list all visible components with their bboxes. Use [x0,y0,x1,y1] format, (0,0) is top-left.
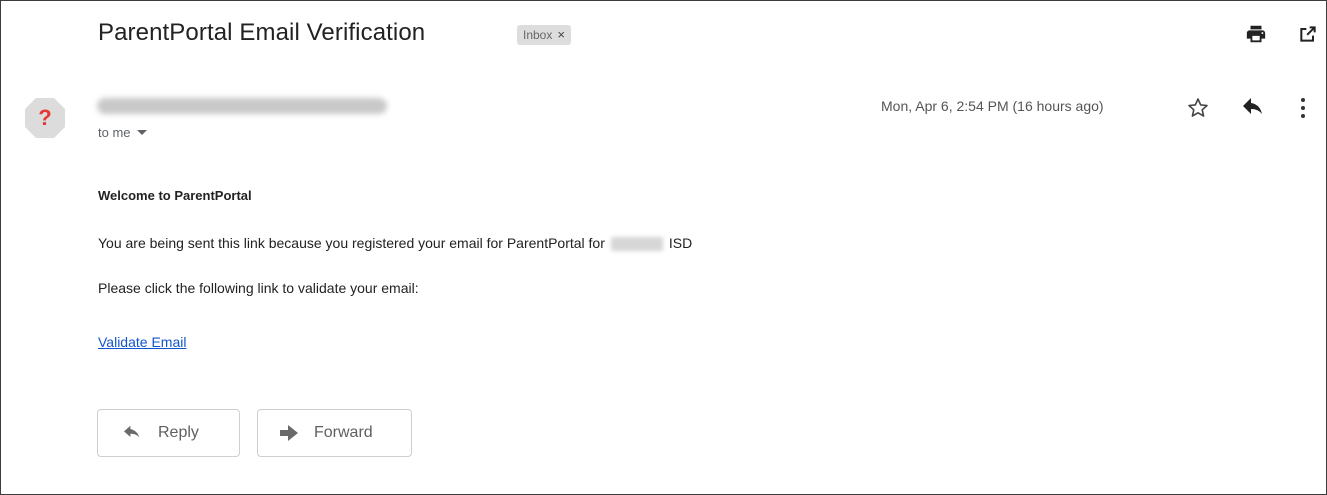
open-in-new-window-icon[interactable] [1298,24,1318,49]
email-heading: Welcome to ParentPortal [98,188,252,203]
more-vertical-icon[interactable] [1299,97,1307,124]
chevron-down-icon[interactable] [136,129,147,136]
reply-button[interactable]: Reply [97,409,240,457]
email-view: ParentPortal Email Verification Inbox × … [0,0,1327,495]
email-body-line-2: Please click the following link to valid… [98,280,419,296]
print-icon[interactable] [1245,23,1267,50]
email-body-line-1: You are being sent this link because you… [98,235,693,252]
star-icon[interactable] [1186,96,1210,125]
avatar-glyph: ? [38,105,52,130]
email-subject: ParentPortal Email Verification [98,19,426,46]
reply-button-label: Reply [158,424,199,441]
reply-icon[interactable] [1241,97,1265,124]
inbox-label-text: Inbox [523,28,553,42]
body-line-1-suffix: ISD [668,235,693,251]
remove-label-icon[interactable]: × [557,25,565,45]
recipient-details[interactable]: to me [98,125,147,140]
forward-icon [280,425,298,441]
inbox-label-chip[interactable]: Inbox × [517,25,571,45]
validate-email-link[interactable]: Validate Email [98,334,186,350]
forward-button[interactable]: Forward [257,409,412,457]
email-date: Mon, Apr 6, 2:54 PM (16 hours ago) [881,98,1104,114]
reply-button-icon [124,425,140,438]
forward-button-label: Forward [314,424,373,441]
district-name-redacted [610,237,663,252]
sender-avatar: ? [23,96,67,140]
body-line-1-text: You are being sent this link because you… [98,235,605,251]
recipient-label: to me [98,125,131,140]
sender-email-redacted [97,98,387,114]
